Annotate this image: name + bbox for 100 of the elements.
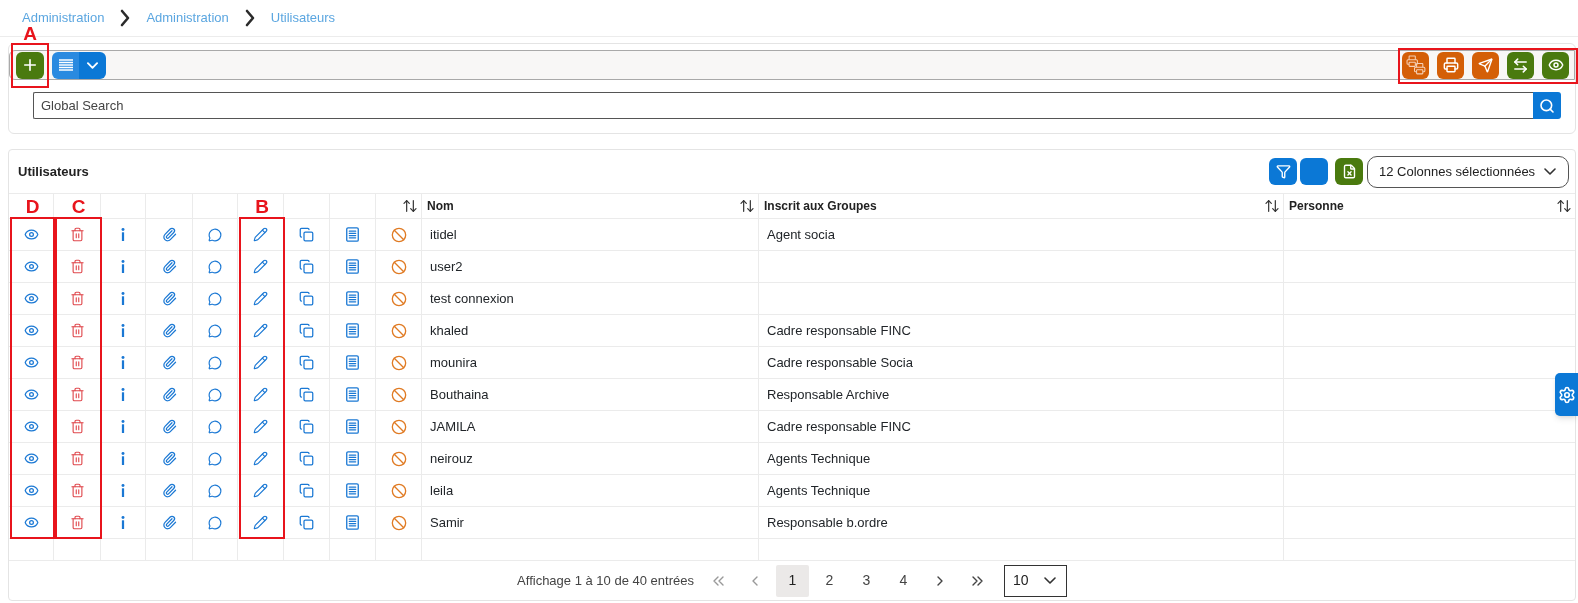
trash-icon[interactable] xyxy=(69,387,85,402)
print-multiple-button[interactable] xyxy=(1402,51,1429,79)
preview-button[interactable] xyxy=(1542,51,1569,79)
page-button[interactable]: 4 xyxy=(886,564,920,597)
paperclip-icon[interactable] xyxy=(161,419,177,434)
paperclip-icon[interactable] xyxy=(161,451,177,466)
info-icon[interactable] xyxy=(121,452,125,465)
chat-bubble-icon[interactable] xyxy=(208,323,222,338)
document-icon[interactable] xyxy=(346,291,359,306)
chat-bubble-icon[interactable] xyxy=(208,483,222,498)
info-icon[interactable] xyxy=(121,260,125,273)
eye-icon[interactable] xyxy=(23,259,39,274)
document-icon[interactable] xyxy=(346,355,359,370)
eye-icon[interactable] xyxy=(23,515,39,530)
info-icon[interactable] xyxy=(121,228,125,241)
paperclip-icon[interactable] xyxy=(161,323,177,338)
ban-icon[interactable] xyxy=(390,386,407,403)
info-icon[interactable] xyxy=(121,516,125,529)
ban-icon[interactable] xyxy=(390,354,407,371)
chevron-right-icon[interactable] xyxy=(937,575,944,586)
sort-icon[interactable] xyxy=(739,198,755,214)
trash-icon[interactable] xyxy=(69,451,85,466)
pencil-icon[interactable] xyxy=(253,515,268,530)
double-chevron-left-icon[interactable] xyxy=(712,575,724,586)
list-view-button[interactable] xyxy=(52,51,79,79)
print-button[interactable] xyxy=(1437,51,1464,79)
dropdown-button[interactable] xyxy=(79,51,106,79)
document-icon[interactable] xyxy=(346,387,359,402)
ban-icon[interactable] xyxy=(390,450,407,467)
trash-icon[interactable] xyxy=(69,323,85,338)
trash-icon[interactable] xyxy=(69,419,85,434)
pencil-icon[interactable] xyxy=(253,419,268,434)
chat-bubble-icon[interactable] xyxy=(208,227,222,242)
copy-icon[interactable] xyxy=(299,291,314,306)
eye-icon[interactable] xyxy=(23,291,39,306)
pencil-icon[interactable] xyxy=(253,355,268,370)
pencil-icon[interactable] xyxy=(253,483,268,498)
trash-icon[interactable] xyxy=(69,227,85,242)
chat-bubble-icon[interactable] xyxy=(208,387,222,402)
chat-bubble-icon[interactable] xyxy=(208,291,222,306)
chat-bubble-icon[interactable] xyxy=(208,451,222,466)
sort-icon[interactable] xyxy=(1556,198,1572,214)
ban-icon[interactable] xyxy=(390,290,407,307)
eye-icon[interactable] xyxy=(23,387,39,402)
eye-icon[interactable] xyxy=(23,355,39,370)
add-button[interactable] xyxy=(16,51,44,79)
info-icon[interactable] xyxy=(121,420,125,433)
copy-icon[interactable] xyxy=(299,419,314,434)
paperclip-icon[interactable] xyxy=(161,259,177,274)
pencil-icon[interactable] xyxy=(253,323,268,338)
paperclip-icon[interactable] xyxy=(161,227,177,242)
ban-icon[interactable] xyxy=(390,226,407,243)
settings-tab[interactable] xyxy=(1555,373,1578,416)
document-icon[interactable] xyxy=(346,451,359,466)
info-icon[interactable] xyxy=(121,388,125,401)
eye-icon[interactable] xyxy=(23,451,39,466)
info-icon[interactable] xyxy=(121,324,125,337)
paperclip-icon[interactable] xyxy=(161,387,177,402)
copy-icon[interactable] xyxy=(299,483,314,498)
document-icon[interactable] xyxy=(346,515,359,530)
sort-icon[interactable] xyxy=(402,198,418,214)
ban-icon[interactable] xyxy=(390,258,407,275)
trash-icon[interactable] xyxy=(69,515,85,530)
page-button[interactable]: 3 xyxy=(849,564,883,597)
ban-icon[interactable] xyxy=(390,418,407,435)
document-icon[interactable] xyxy=(346,323,359,338)
document-icon[interactable] xyxy=(346,259,359,274)
document-icon[interactable] xyxy=(346,419,359,434)
copy-icon[interactable] xyxy=(299,355,314,370)
ban-icon[interactable] xyxy=(390,482,407,499)
chat-bubble-icon[interactable] xyxy=(208,259,222,274)
copy-icon[interactable] xyxy=(299,227,314,242)
info-icon[interactable] xyxy=(121,292,125,305)
sort-icon[interactable] xyxy=(1264,198,1280,214)
filter-button[interactable] xyxy=(1269,158,1297,185)
eye-icon[interactable] xyxy=(23,323,39,338)
pencil-icon[interactable] xyxy=(253,227,268,242)
empty-button[interactable] xyxy=(1300,158,1328,185)
trash-icon[interactable] xyxy=(69,259,85,274)
page-size-select[interactable]: 10 xyxy=(1003,564,1067,597)
trash-icon[interactable] xyxy=(69,483,85,498)
ban-icon[interactable] xyxy=(390,514,407,531)
copy-icon[interactable] xyxy=(299,387,314,402)
pencil-icon[interactable] xyxy=(253,291,268,306)
eye-icon[interactable] xyxy=(23,419,39,434)
double-chevron-right-icon[interactable] xyxy=(971,575,983,586)
search-field[interactable]: Global Search xyxy=(33,92,1533,119)
eye-icon[interactable] xyxy=(23,483,39,498)
pencil-icon[interactable] xyxy=(253,387,268,402)
paperclip-icon[interactable] xyxy=(161,515,177,530)
page-button[interactable]: 2 xyxy=(812,564,846,597)
copy-icon[interactable] xyxy=(299,259,314,274)
ban-icon[interactable] xyxy=(390,322,407,339)
copy-icon[interactable] xyxy=(299,451,314,466)
column-selector[interactable]: 12 Colonnes sélectionnées xyxy=(1367,155,1569,188)
send-button[interactable] xyxy=(1472,51,1499,79)
document-icon[interactable] xyxy=(346,483,359,498)
search-button[interactable] xyxy=(1533,92,1561,119)
paperclip-icon[interactable] xyxy=(161,355,177,370)
document-icon[interactable] xyxy=(346,227,359,242)
